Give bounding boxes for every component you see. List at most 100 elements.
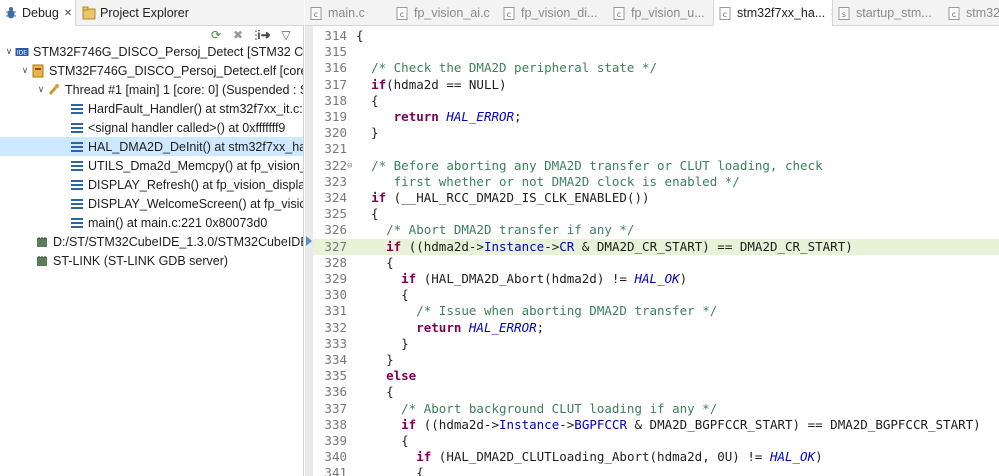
collapse-chevron-icon[interactable]: ∨ [19, 65, 31, 76]
tree-item-label: HardFault_Handler() at stm32f7xx_it.c:87 [88, 101, 303, 116]
code-line[interactable]: 316 /* Check the DMA2D peripheral state … [313, 60, 999, 76]
code-text: else [386, 368, 417, 384]
close-icon[interactable]: ✕ [64, 8, 72, 19]
editor-tab[interactable]: c fp_vision_ai.c [391, 0, 498, 26]
svg-text:IDE: IDE [17, 49, 27, 56]
code-line[interactable]: 329 if (HAL_DMA2D_Abort(hdma2d) != HAL_O… [313, 271, 999, 287]
code-text: { [356, 287, 409, 303]
disconnect-icon[interactable]: ✖ [230, 27, 246, 43]
code-line[interactable]: 317 if(hdma2d == NULL) [313, 77, 999, 93]
svg-text:c: c [617, 10, 621, 19]
line-number: 340 [324, 449, 347, 465]
line-number: 322 [324, 157, 347, 173]
line-number: 320 [324, 125, 347, 141]
line-number: 338 [324, 416, 347, 432]
code-line[interactable]: 322 ⊖ /* Before aborting any DMA2D transf… [313, 158, 999, 174]
code-line[interactable]: 314 { [313, 28, 999, 44]
stack-frame-row-selected[interactable]: HAL_DMA2D_DeInit() at stm32f7xx_hal_dma2… [0, 137, 303, 156]
ide-project-icon: IDE [15, 47, 29, 56]
line-number: 337 [324, 400, 347, 416]
c-file-icon: c [948, 6, 960, 20]
c-file-icon: c [396, 6, 408, 20]
code-line[interactable]: 318 { [313, 93, 999, 109]
editor-tab[interactable]: c main.c [305, 0, 391, 26]
tab-debug[interactable]: Debug ✕ [0, 0, 76, 26]
code-text: /* Issue when aborting DMA2D transfer */ [416, 303, 718, 319]
tree-item-launch[interactable]: ∨ IDE STM32F746G_DISCO_Persoj_Detect [ST… [0, 42, 303, 61]
editor-gutter [305, 26, 313, 476]
code-line[interactable]: 339 { [313, 433, 999, 449]
code-line[interactable]: 320 } [313, 125, 999, 141]
svg-text:c: c [400, 10, 404, 19]
tree-item-label: STM32F746G_DISCO_Persoj_Detect.elf [core… [49, 63, 303, 78]
code-line[interactable]: 335 else [313, 368, 999, 384]
stack-frame-row[interactable]: UTILS_Dma2d_Memcpy() at fp_vision_utils.… [0, 156, 303, 175]
editor-area: c main.c c fp_vision_ai.c c fp_vision_di… [305, 0, 999, 476]
code-line[interactable]: 330 { [313, 287, 999, 303]
line-number: 333 [324, 335, 347, 351]
code-line[interactable]: 337 /* Abort background CLUT loading if … [313, 401, 999, 417]
code-text: if (HAL_DMA2D_CLUTLoading_Abort(hdma2d, … [416, 449, 823, 465]
view-menu-icon[interactable]: ▽ [278, 27, 294, 43]
code-line[interactable]: 327 if ((hdma2d->Instance->CR & DMA2D_CR… [313, 238, 999, 255]
code-editor[interactable]: 314 {315 316 /* Check the DMA2D peripheral… [313, 26, 999, 476]
code-text: { [356, 92, 379, 108]
code-line[interactable]: 341 { [313, 465, 999, 476]
step-into-icon[interactable]: i➜ [256, 27, 272, 43]
stack-frame-row[interactable]: HardFault_Handler() at stm32f7xx_it.c:87 [0, 99, 303, 118]
svg-text:c: c [952, 10, 956, 19]
tree-item-label: STM32F746G_DISCO_Persoj_Detect [STM32 Co… [33, 44, 303, 59]
code-line[interactable]: 319 return HAL_ERROR; [313, 109, 999, 125]
tree-item-elf[interactable]: ∨ STM32F746G_DISCO_Persoj_Detect.elf [co… [0, 61, 303, 80]
tree-item-gdb-process[interactable]: D:/ST/STM32CubeIDE_1.3.0/STM32CubeIDE/pl… [0, 232, 303, 251]
fold-toggle-icon[interactable]: ⊖ [347, 158, 352, 174]
code-line[interactable]: 334 } [313, 352, 999, 368]
code-line[interactable]: 328 { [313, 255, 999, 271]
code-line[interactable]: 326 /* Abort DMA2D transfer if any */ [313, 222, 999, 238]
resume-icon[interactable]: ⟳ [208, 27, 224, 43]
line-number: 327 [324, 238, 347, 254]
code-line[interactable]: 333 } [313, 336, 999, 352]
c-file-icon: c [719, 6, 731, 20]
c-file-icon: c [503, 6, 515, 20]
stack-frame-row[interactable]: <signal handler called>() at 0xfffffff9 [0, 118, 303, 137]
editor-tab-label: stm32 [966, 6, 999, 20]
code-line[interactable]: 332 return HAL_ERROR; [313, 320, 999, 336]
svg-text:c: c [314, 10, 318, 19]
editor-tab[interactable]: s startup_stm... [833, 0, 943, 26]
code-text: if ((hdma2d->Instance->BGPFCCR & DMA2D_B… [401, 416, 981, 432]
code-text: { [356, 28, 364, 43]
code-line[interactable]: 325 { [313, 206, 999, 222]
line-number: 331 [324, 303, 347, 319]
line-number: 329 [324, 271, 347, 286]
code-line[interactable]: 324 if (__HAL_RCC_DMA2D_IS_CLK_ENABLED()… [313, 190, 999, 206]
code-text: if (HAL_DMA2D_Abort(hdma2d) != HAL_OK) [401, 271, 688, 286]
collapse-chevron-icon[interactable]: ∨ [3, 46, 15, 57]
code-line[interactable]: 323 first whether or not DMA2D clock is … [313, 174, 999, 190]
editor-tab-active[interactable]: c stm32f7xx_ha... ✕ [713, 0, 833, 26]
tree-item-label: HAL_DMA2D_DeInit() at stm32f7xx_hal_dma2… [88, 139, 303, 154]
line-number: 326 [324, 222, 347, 238]
stack-frame-row[interactable]: DISPLAY_WelcomeScreen() at fp_vision_dis… [0, 194, 303, 213]
code-line[interactable]: 315 [313, 44, 999, 60]
code-line[interactable]: 340 if (HAL_DMA2D_CLUTLoading_Abort(hdma… [313, 449, 999, 465]
stack-frame-row[interactable]: main() at main.c:221 0x80073d0 [0, 213, 303, 232]
tree-item-thread[interactable]: ∨ Thread #1 [main] 1 [core: 0] (Suspende… [0, 80, 303, 99]
code-line[interactable]: 338 if ((hdma2d->Instance->BGPFCCR & DMA… [313, 417, 999, 433]
editor-tab[interactable]: c fp_vision_u... [608, 0, 713, 26]
code-line[interactable]: 321 [313, 141, 999, 157]
tab-project-explorer[interactable]: Project Explorer [79, 0, 279, 26]
editor-tab[interactable]: c fp_vision_di... [498, 0, 608, 26]
stack-frame-row[interactable]: DISPLAY_Refresh() at fp_vision_display.c [0, 175, 303, 194]
tree-item-gdb-server[interactable]: ST-LINK (ST-LINK GDB server) [0, 251, 303, 270]
code-line[interactable]: 336 { [313, 384, 999, 400]
tree-item-label: UTILS_Dma2d_Memcpy() at fp_vision_utils.… [88, 158, 303, 173]
line-number: 334 [324, 352, 347, 367]
line-number: 316 [324, 60, 347, 76]
code-text: { [356, 384, 394, 400]
line-number: 314 [324, 28, 347, 43]
line-number: 328 [324, 254, 347, 270]
code-line[interactable]: 331 /* Issue when aborting DMA2D transfe… [313, 303, 999, 319]
editor-tab[interactable]: c stm32 [943, 0, 999, 26]
collapse-chevron-icon[interactable]: ∨ [35, 84, 47, 95]
